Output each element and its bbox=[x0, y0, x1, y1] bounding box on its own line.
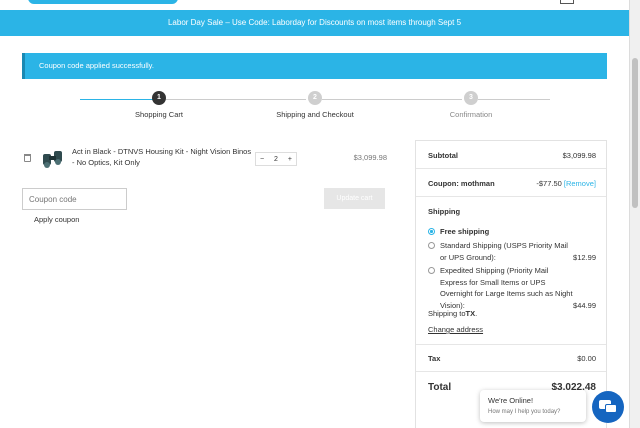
step-number: 1 bbox=[152, 91, 166, 105]
subtotal-label: Subtotal bbox=[428, 151, 458, 160]
coupon-success-notice: Coupon code applied successfully. bbox=[22, 53, 607, 79]
radio[interactable] bbox=[428, 242, 435, 249]
divider bbox=[416, 371, 606, 372]
decrement-button[interactable]: − bbox=[260, 156, 264, 163]
tax-value: $0.00 bbox=[577, 354, 596, 363]
subtotal-row: Subtotal $3,099.98 bbox=[428, 151, 596, 160]
shipping-to-suffix: . bbox=[475, 309, 478, 318]
sale-banner: Labor Day Sale – Use Code: Laborday for … bbox=[0, 10, 629, 36]
chat-bubble-front bbox=[605, 404, 617, 413]
cart-icon[interactable] bbox=[560, 0, 574, 4]
quantity-value[interactable]: 2 bbox=[274, 156, 278, 163]
scrollbar-thumb[interactable] bbox=[632, 58, 638, 208]
shipping-to-prefix: Shipping to bbox=[428, 309, 466, 318]
top-bar bbox=[0, 0, 629, 10]
binoculars-icon[interactable] bbox=[40, 148, 66, 170]
coupon-row: Coupon: mothman -$77.50 [Remove] bbox=[428, 179, 596, 188]
chat-bubble-icon[interactable] bbox=[592, 391, 624, 423]
shipping-option-label: Free shipping bbox=[440, 227, 490, 236]
trash-icon[interactable] bbox=[24, 154, 31, 162]
subtotal-value: $3,099.98 bbox=[562, 151, 596, 160]
line-price: $3,099.98 bbox=[353, 153, 387, 162]
shipping-state: TX bbox=[465, 309, 476, 318]
quantity-stepper[interactable]: − 2 + bbox=[255, 152, 297, 166]
radio[interactable] bbox=[428, 267, 435, 274]
chat-title: We're Online! bbox=[488, 396, 534, 405]
step-number: 3 bbox=[464, 91, 478, 105]
increment-button[interactable]: + bbox=[288, 156, 292, 163]
shipping-option-standard[interactable]: Standard Shipping (USPS Priority Mail or… bbox=[428, 240, 596, 263]
step-label: Shipping and Checkout bbox=[276, 110, 354, 119]
coupon-code-input[interactable] bbox=[22, 188, 127, 210]
header-button[interactable] bbox=[28, 0, 178, 4]
apply-coupon-button[interactable]: Apply coupon bbox=[34, 215, 79, 224]
cart-items: Act in Black - DTNVS Housing Kit - Night… bbox=[22, 140, 387, 180]
divider bbox=[416, 168, 606, 169]
shipping-option-cost: $12.99 bbox=[573, 252, 596, 262]
step-label: Confirmation bbox=[449, 110, 493, 119]
cart-page: Labor Day Sale – Use Code: Laborday for … bbox=[0, 0, 629, 428]
chat-subtitle: How may I help you today? bbox=[488, 409, 561, 415]
tax-row: Tax $0.00 bbox=[428, 354, 596, 363]
change-address-link[interactable]: Change address bbox=[428, 325, 483, 334]
product-name-link[interactable]: Act in Black - DTNVS Housing Kit - Night… bbox=[72, 147, 252, 168]
shipping-title: Shipping bbox=[428, 207, 461, 216]
divider bbox=[416, 196, 606, 197]
shipping-option-expedited[interactable]: Expedited Shipping (Priority Mail Expres… bbox=[428, 265, 596, 311]
update-cart-button[interactable]: Update cart bbox=[324, 188, 385, 209]
shipping-option-free[interactable]: Free shipping bbox=[428, 226, 596, 238]
page-scrollbar[interactable] bbox=[629, 0, 640, 428]
checkout-steps: 1 Shopping Cart 2 Shipping and Checkout … bbox=[80, 90, 550, 120]
coupon-value: -$77.50 bbox=[536, 179, 562, 188]
step-number: 2 bbox=[308, 91, 322, 105]
chat-popup[interactable]: We're Online! How may I help you today? bbox=[480, 390, 586, 422]
coupon-label: Coupon: mothman bbox=[428, 179, 495, 188]
remove-coupon-link[interactable]: [Remove] bbox=[564, 179, 596, 188]
step-shopping-cart[interactable]: 1 Shopping Cart bbox=[99, 90, 219, 119]
shipping-option-label: Expedited Shipping (Priority Mail Expres… bbox=[440, 266, 573, 310]
divider bbox=[416, 344, 606, 345]
shipping-option-label: Standard Shipping (USPS Priority Mail or… bbox=[440, 241, 568, 262]
shipping-destination: Shipping to TX. bbox=[428, 309, 596, 318]
tax-label: Tax bbox=[428, 354, 441, 363]
order-summary: Subtotal $3,099.98 Coupon: mothman -$77.… bbox=[415, 140, 607, 428]
cart-row: Act in Black - DTNVS Housing Kit - Night… bbox=[22, 140, 387, 180]
total-label: Total bbox=[428, 382, 452, 393]
step-shipping-checkout[interactable]: 2 Shipping and Checkout bbox=[255, 90, 375, 119]
radio-selected[interactable] bbox=[428, 228, 435, 235]
step-confirmation: 3 Confirmation bbox=[411, 90, 531, 119]
step-label: Shopping Cart bbox=[135, 110, 183, 119]
